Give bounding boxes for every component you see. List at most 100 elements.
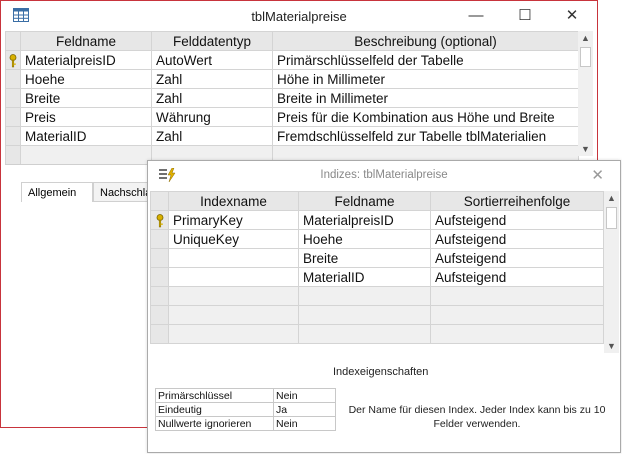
row-selector[interactable]	[5, 107, 21, 127]
cell-sortorder[interactable]: Aufsteigend	[430, 248, 604, 268]
row-selector[interactable]	[150, 210, 169, 230]
scroll-up-icon[interactable]: ▲	[578, 33, 593, 43]
row-selector[interactable]	[5, 145, 21, 165]
property-row[interactable]: Eindeutig Ja	[155, 402, 336, 417]
table-row-empty[interactable]	[150, 305, 604, 325]
property-label: Nullwerte ignorieren	[155, 416, 274, 431]
cell-fieldname[interactable]: MaterialID	[20, 126, 152, 146]
property-label: Eindeutig	[155, 402, 274, 417]
cell-fieldname[interactable]: Breite	[20, 88, 152, 108]
cell-datatype[interactable]: Zahl	[151, 126, 273, 146]
cell-sortorder[interactable]: Aufsteigend	[430, 210, 604, 230]
table-row[interactable]: Preis Währung Preis für die Kombination …	[5, 107, 579, 127]
row-selector[interactable]	[5, 88, 21, 108]
cell-datatype[interactable]: Zahl	[151, 88, 273, 108]
row-selector-header	[150, 191, 169, 211]
property-help-text: Der Name für diesen Index. Jeder Index k…	[348, 404, 606, 430]
grid-vertical-scrollbar[interactable]: ▲ ▼	[578, 31, 593, 156]
primary-key-icon	[156, 214, 163, 228]
row-selector[interactable]	[150, 229, 169, 249]
row-selector[interactable]	[5, 69, 21, 89]
cell-datatype[interactable]: Währung	[151, 107, 273, 127]
cell-fieldname[interactable]	[298, 305, 431, 325]
cell-datatype[interactable]: AutoWert	[151, 50, 273, 70]
cell-description[interactable]: Breite in Millimeter	[272, 88, 579, 108]
close-icon[interactable]: ✕	[591, 166, 604, 184]
property-label: Primärschlüssel	[155, 388, 274, 403]
scroll-down-icon[interactable]: ▼	[604, 341, 619, 351]
cell-description[interactable]: Preis für die Kombination aus Höhe und B…	[272, 107, 579, 127]
table-row[interactable]: MaterialpreisID AutoWert Primärschlüssel…	[5, 50, 579, 70]
cell-fieldname[interactable]: MaterialpreisID	[298, 210, 431, 230]
tab-lookup[interactable]: Nachschla	[93, 182, 153, 202]
row-selector[interactable]	[150, 267, 169, 287]
cell-indexname[interactable]	[168, 305, 299, 325]
cell-description[interactable]: Primärschlüsselfeld der Tabelle	[272, 50, 579, 70]
cell-fieldname[interactable]: Hoehe	[20, 69, 152, 89]
grid-header-row: Feldname Felddatentyp Beschreibung (opti…	[5, 31, 579, 51]
table-row[interactable]: UniqueKey Hoehe Aufsteigend	[150, 229, 604, 249]
cell-datatype[interactable]: Zahl	[151, 69, 273, 89]
index-grid-scrollbar[interactable]: ▲ ▼	[604, 191, 619, 353]
table-row[interactable]: Breite Zahl Breite in Millimeter	[5, 88, 579, 108]
close-icon[interactable]: ✕	[555, 5, 589, 27]
cell-sortorder[interactable]: Aufsteigend	[430, 267, 604, 287]
cell-fieldname[interactable]	[298, 286, 431, 306]
index-grid: Indexname Feldname Sortierreihenfolge Pr…	[150, 191, 604, 344]
cell-sortorder[interactable]: Aufsteigend	[430, 229, 604, 249]
row-selector[interactable]	[5, 50, 21, 70]
cell-fieldname[interactable]	[298, 324, 431, 344]
table-row[interactable]: MaterialID Aufsteigend	[150, 267, 604, 287]
cell-fieldname[interactable]: Hoehe	[298, 229, 431, 249]
property-value-ignore-nulls[interactable]: Nein	[273, 416, 336, 431]
row-selector[interactable]	[150, 324, 169, 344]
table-row[interactable]: Breite Aufsteigend	[150, 248, 604, 268]
primary-key-icon	[9, 54, 17, 68]
cell-indexname[interactable]	[168, 324, 299, 344]
cell-indexname[interactable]: UniqueKey	[168, 229, 299, 249]
title-bar: tblMaterialpreise — ☐ ✕	[1, 1, 597, 31]
column-header-fieldname[interactable]: Feldname	[20, 31, 152, 51]
column-header-sortorder[interactable]: Sortierreihenfolge	[430, 191, 604, 211]
row-selector-header	[5, 31, 21, 51]
cell-sortorder[interactable]	[430, 305, 604, 325]
maximize-icon[interactable]: ☐	[508, 5, 542, 27]
scroll-down-icon[interactable]: ▼	[578, 144, 593, 154]
scroll-thumb[interactable]	[580, 47, 591, 67]
column-header-description[interactable]: Beschreibung (optional)	[272, 31, 579, 51]
table-row-empty[interactable]	[150, 324, 604, 344]
row-selector[interactable]	[150, 305, 169, 325]
cell-indexname[interactable]	[168, 286, 299, 306]
grid-header-row: Indexname Feldname Sortierreihenfolge	[150, 191, 604, 211]
property-row[interactable]: Nullwerte ignorieren Nein	[155, 416, 336, 431]
row-selector[interactable]	[150, 286, 169, 306]
cell-fieldname[interactable]: Preis	[20, 107, 152, 127]
column-header-datatype[interactable]: Felddatentyp	[151, 31, 273, 51]
table-row[interactable]: MaterialID Zahl Fremdschlüsselfeld zur T…	[5, 126, 579, 146]
cell-fieldname[interactable]: MaterialpreisID	[20, 50, 152, 70]
property-row[interactable]: Primärschlüssel Nein	[155, 388, 336, 403]
table-row[interactable]: Hoehe Zahl Höhe in Millimeter	[5, 69, 579, 89]
tab-general[interactable]: Allgemein	[21, 182, 93, 202]
table-row[interactable]: PrimaryKey MaterialpreisID Aufsteigend	[150, 210, 604, 230]
table-row-empty[interactable]	[150, 286, 604, 306]
cell-indexname[interactable]	[168, 248, 299, 268]
minimize-icon[interactable]: —	[459, 5, 493, 27]
cell-sortorder[interactable]	[430, 324, 604, 344]
row-selector[interactable]	[150, 248, 169, 268]
property-value-unique[interactable]: Ja	[273, 402, 336, 417]
cell-sortorder[interactable]	[430, 286, 604, 306]
column-header-indexname[interactable]: Indexname	[168, 191, 299, 211]
cell-description[interactable]: Höhe in Millimeter	[272, 69, 579, 89]
cell-indexname[interactable]: PrimaryKey	[168, 210, 299, 230]
property-value-primary-key[interactable]: Nein	[273, 388, 336, 403]
scroll-thumb[interactable]	[606, 207, 617, 229]
row-selector[interactable]	[5, 126, 21, 146]
cell-indexname[interactable]	[168, 267, 299, 287]
cell-fieldname[interactable]	[20, 145, 152, 165]
column-header-fieldname[interactable]: Feldname	[298, 191, 431, 211]
cell-fieldname[interactable]: Breite	[298, 248, 431, 268]
scroll-up-icon[interactable]: ▲	[604, 193, 619, 203]
cell-description[interactable]: Fremdschlüsselfeld zur Tabelle tblMateri…	[272, 126, 579, 146]
cell-fieldname[interactable]: MaterialID	[298, 267, 431, 287]
